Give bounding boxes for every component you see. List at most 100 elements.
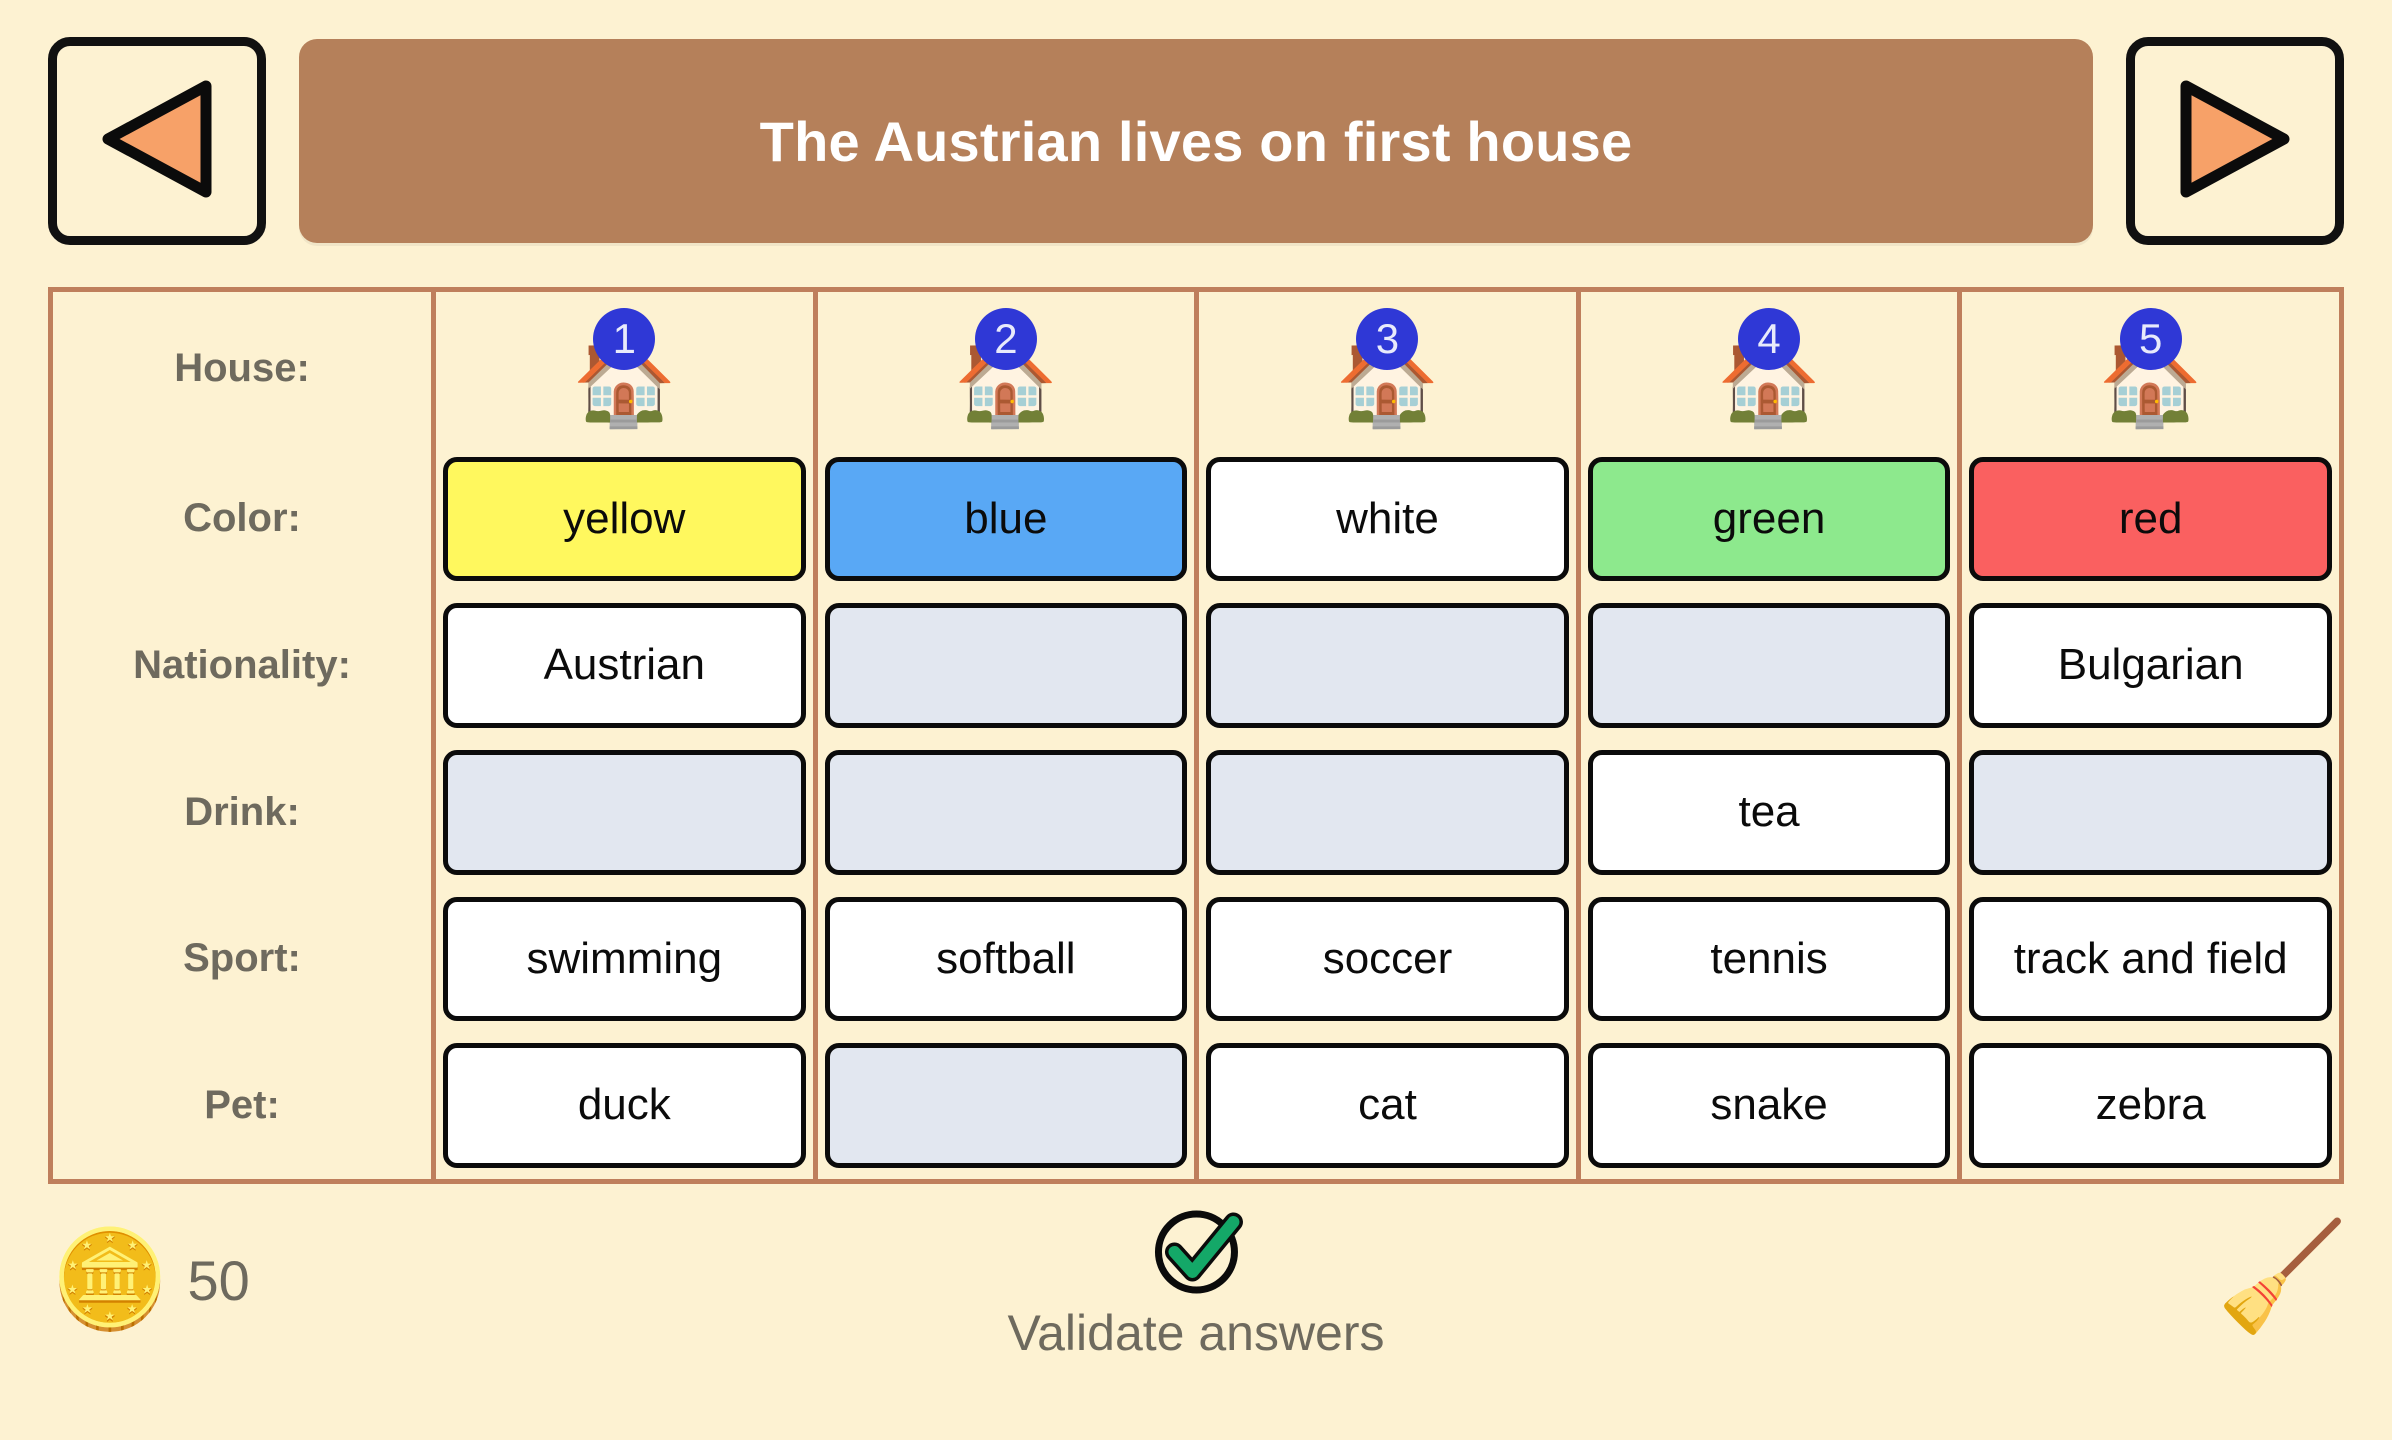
empty-chip-nationality-3[interactable] — [1206, 603, 1569, 728]
row-label-house: House: — [53, 292, 431, 446]
grid-row-label-column: House: Color: Nationality: Drink: Sport:… — [53, 292, 431, 1179]
empty-chip-drink-5[interactable] — [1969, 749, 2332, 875]
grid-cell-nationality-4 — [1581, 592, 1958, 739]
grid-cell-drink-5 — [1962, 739, 2339, 886]
house-column-1: 🏠 1 yellow Austrian swimming duck — [436, 292, 813, 1179]
left-arrow-icon — [98, 76, 216, 207]
value-chip-pet-3[interactable]: cat — [1206, 1043, 1569, 1168]
house-number-badge: 5 — [2119, 307, 2182, 370]
grid-cell-sport-1: swimming — [436, 886, 813, 1033]
right-arrow-icon — [2176, 76, 2294, 207]
row-label-text: House: — [174, 346, 310, 391]
grid-cell-drink-1 — [436, 739, 813, 886]
value-chip-color-3[interactable]: white — [1206, 456, 1569, 582]
validate-answers-button[interactable]: Validate answers — [1007, 1198, 1385, 1362]
house-column-2: 🏠 2 blue softball — [817, 292, 1195, 1179]
grid-cell-color-1: yellow — [436, 446, 813, 593]
grid-cell-color-5: red — [1962, 446, 2339, 593]
value-chip-pet-4[interactable]: snake — [1587, 1043, 1951, 1168]
house-header-cell: 🏠 3 — [1199, 292, 1576, 446]
house-column-4: 🏠 4 green tea tennis snake — [1580, 292, 1958, 1179]
grid-cell-nationality-3 — [1199, 592, 1576, 739]
house-icon: 🏠 2 — [936, 307, 1076, 424]
value-chip-nationality-5[interactable]: Bulgarian — [1969, 603, 2332, 728]
value-chip-color-2[interactable]: blue — [824, 456, 1188, 582]
previous-clue-button[interactable] — [48, 37, 266, 245]
grid-cell-drink-3 — [1199, 739, 1576, 886]
value-chip-nationality-1[interactable]: Austrian — [443, 603, 806, 728]
empty-chip-nationality-4[interactable] — [1587, 603, 1951, 728]
top-bar: The Austrian lives on first house — [0, 0, 2392, 282]
grid-cell-sport-4: tennis — [1581, 886, 1958, 1033]
grid-cell-sport-2: softball — [818, 886, 1195, 1033]
row-label-drink: Drink: — [53, 739, 431, 886]
grid-cell-color-2: blue — [818, 446, 1195, 593]
grid-cell-nationality-2 — [818, 592, 1195, 739]
house-column-3: 🏠 3 white soccer cat — [1199, 292, 1576, 1179]
empty-chip-drink-1[interactable] — [443, 749, 806, 875]
grid-cell-pet-4: snake — [1581, 1032, 1958, 1179]
broom-icon[interactable]: 🧹 — [2216, 1224, 2348, 1330]
house-number-badge: 2 — [974, 307, 1037, 370]
house-header-cell: 🏠 2 — [818, 292, 1195, 446]
house-header-cell: 🏠 1 — [436, 292, 813, 446]
grid-cell-color-4: green — [1581, 446, 1958, 593]
check-circle-icon — [1145, 1198, 1247, 1300]
row-label-text: Drink: — [184, 789, 300, 834]
row-label-pet: Pet: — [53, 1032, 431, 1179]
value-chip-sport-4[interactable]: tennis — [1587, 896, 1951, 1022]
row-label-text: Pet: — [204, 1083, 280, 1128]
grid-cell-drink-2 — [818, 739, 1195, 886]
row-label-color: Color: — [53, 446, 431, 593]
value-chip-color-4[interactable]: green — [1587, 456, 1951, 582]
value-chip-pet-5[interactable]: zebra — [1969, 1043, 2332, 1168]
coins-icon: 🪙 — [50, 1226, 170, 1333]
value-chip-sport-5[interactable]: track and field — [1969, 896, 2332, 1022]
empty-chip-drink-3[interactable] — [1206, 749, 1569, 875]
value-chip-sport-3[interactable]: soccer — [1206, 896, 1569, 1022]
grid-cell-pet-5: zebra — [1962, 1032, 2339, 1179]
clue-banner: The Austrian lives on first house — [299, 39, 2093, 243]
row-label-text: Sport: — [183, 936, 301, 981]
row-label-text: Color: — [183, 496, 301, 541]
house-column-5: 🏠 5 red Bulgarian track and field zebra — [1962, 292, 2339, 1179]
row-label-text: Nationality: — [133, 643, 351, 688]
grid-cell-sport-3: soccer — [1199, 886, 1576, 1033]
grid-cell-nationality-5: Bulgarian — [1962, 592, 2339, 739]
grid-cell-color-3: white — [1199, 446, 1576, 593]
house-icon: 🏠 1 — [554, 307, 694, 424]
empty-chip-drink-2[interactable] — [824, 749, 1188, 875]
house-number-badge: 1 — [593, 307, 656, 370]
house-number-badge: 3 — [1356, 307, 1419, 370]
house-icon: 🏠 3 — [1317, 307, 1457, 424]
puzzle-grid: House: Color: Nationality: Drink: Sport:… — [48, 287, 2344, 1184]
grid-cell-pet-2 — [818, 1032, 1195, 1179]
row-label-nationality: Nationality: — [53, 592, 431, 739]
row-label-sport: Sport: — [53, 886, 431, 1033]
value-chip-color-5[interactable]: red — [1969, 456, 2332, 582]
value-chip-sport-1[interactable]: swimming — [443, 896, 806, 1022]
footer-bar: 🪙 50 Validate answers 🧹 — [0, 1184, 2392, 1440]
house-icon: 🏠 4 — [1699, 307, 1839, 424]
value-chip-color-1[interactable]: yellow — [443, 456, 806, 582]
coin-balance: 🪙 50 — [50, 1232, 250, 1328]
grid-cell-pet-3: cat — [1199, 1032, 1576, 1179]
empty-chip-pet-2[interactable] — [824, 1043, 1188, 1168]
grid-cell-drink-4: tea — [1581, 739, 1958, 886]
house-header-cell: 🏠 4 — [1581, 292, 1958, 446]
grid-cell-pet-1: duck — [436, 1032, 813, 1179]
house-icon: 🏠 5 — [2081, 307, 2221, 424]
zebra-puzzle-app: The Austrian lives on first house House:… — [0, 0, 2392, 1440]
next-clue-button[interactable] — [2126, 37, 2344, 245]
grid-cell-nationality-1: Austrian — [436, 592, 813, 739]
grid-cell-sport-5: track and field — [1962, 886, 2339, 1033]
empty-chip-nationality-2[interactable] — [824, 603, 1188, 728]
coin-count: 50 — [187, 1248, 250, 1312]
value-chip-drink-4[interactable]: tea — [1587, 749, 1951, 875]
house-header-cell: 🏠 5 — [1962, 292, 2339, 446]
validate-answers-label: Validate answers — [1007, 1305, 1385, 1361]
value-chip-pet-1[interactable]: duck — [443, 1043, 806, 1168]
value-chip-sport-2[interactable]: softball — [824, 896, 1188, 1022]
clue-text: The Austrian lives on first house — [759, 109, 1633, 173]
house-number-badge: 4 — [1738, 307, 1801, 370]
